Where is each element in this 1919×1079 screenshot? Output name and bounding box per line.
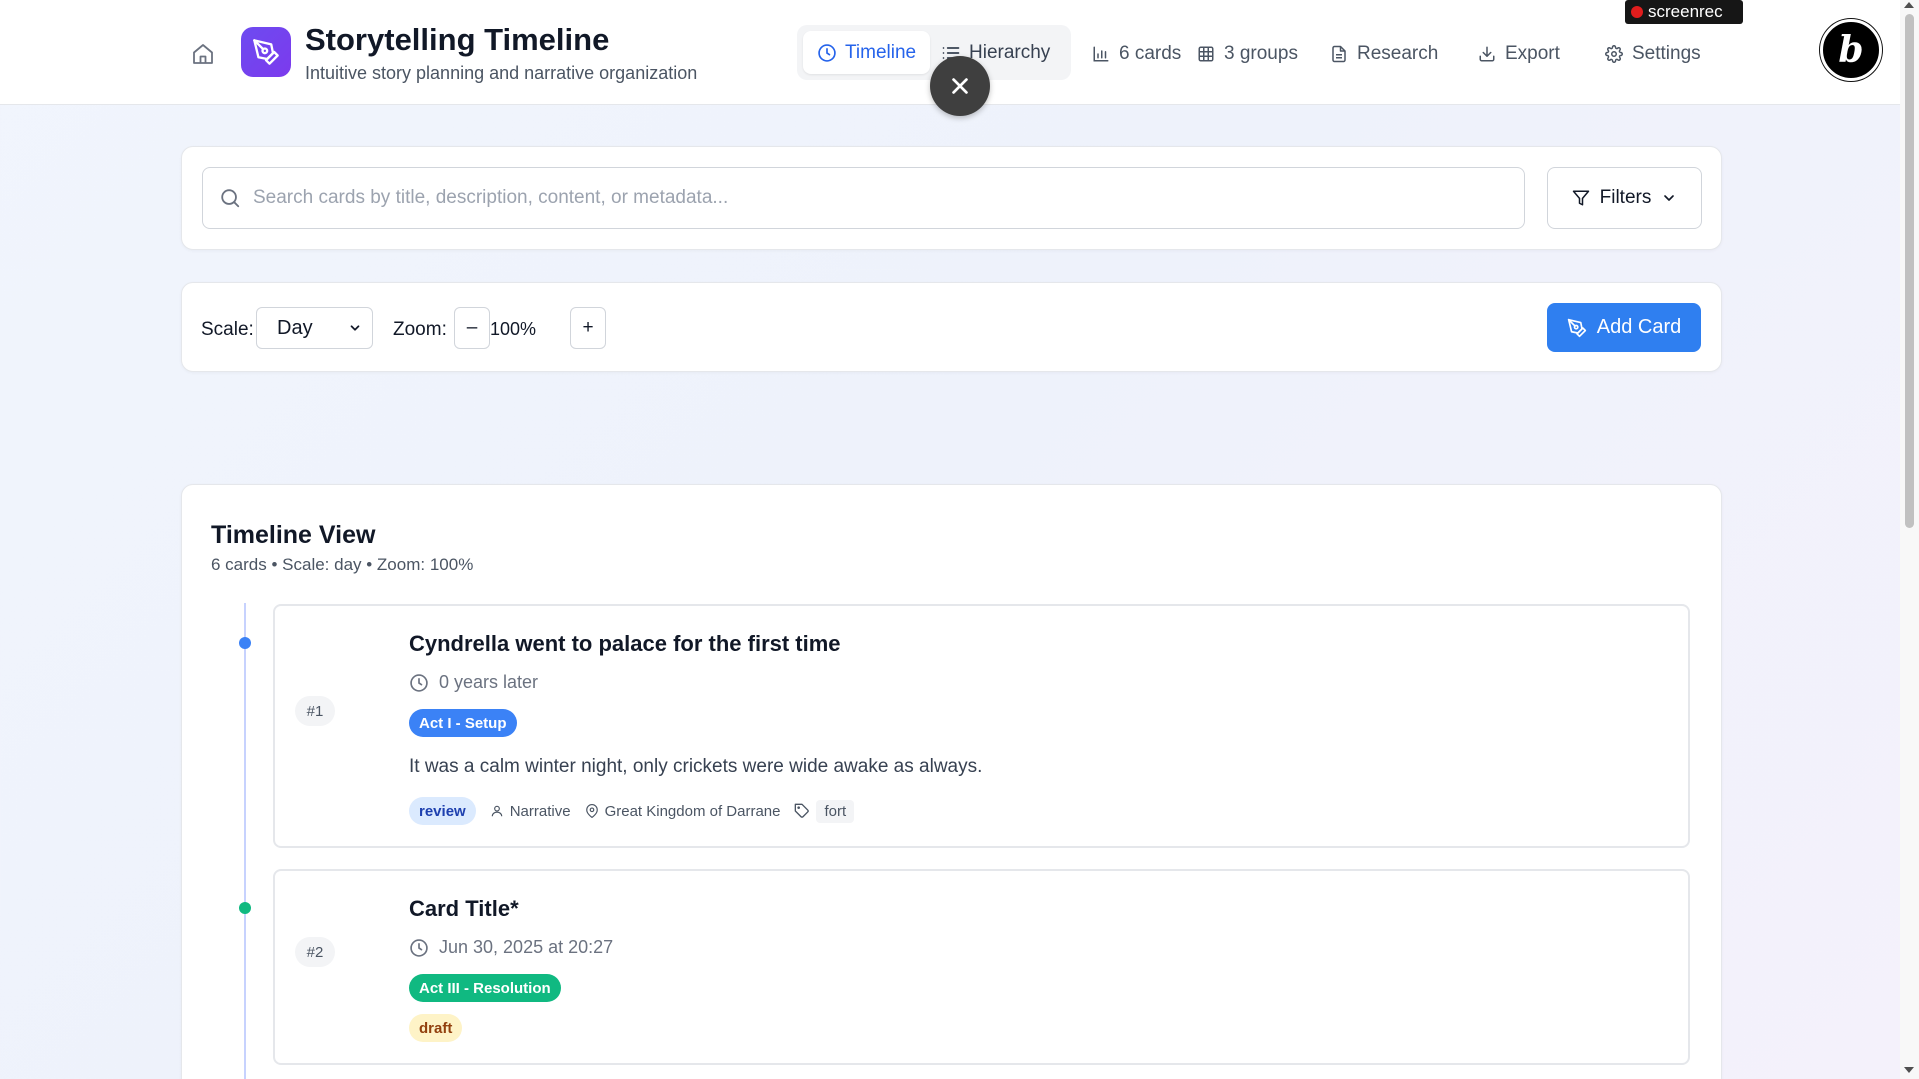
timeline-panel: Timeline View 6 cards • Scale: day • Zoo… xyxy=(181,484,1722,1079)
scale-value: Day xyxy=(277,316,313,339)
filters-button[interactable]: Filters xyxy=(1547,167,1702,229)
perspective-label: Narrative xyxy=(509,802,571,820)
groups-count: 3 groups xyxy=(1197,40,1298,68)
research-button[interactable]: Research xyxy=(1330,40,1438,68)
bar-chart-icon xyxy=(1093,46,1109,62)
timeline-card[interactable]: #2 Card Title* Jun 30, 2025 at 20:27 Act… xyxy=(273,869,1690,1065)
tag-icon xyxy=(795,803,810,818)
zoom-in-button[interactable]: + xyxy=(570,307,606,349)
screenrec-label: screenrec xyxy=(1648,2,1723,21)
scroll-down-arrow-icon[interactable] xyxy=(1904,1067,1914,1073)
scale-select[interactable]: Day xyxy=(256,307,373,349)
card-title: Cyndrella went to palace for the first t… xyxy=(409,631,841,656)
timeline-meta: 6 cards • Scale: day • Zoom: 100% xyxy=(211,555,474,574)
scroll-up-arrow-icon[interactable] xyxy=(1904,2,1914,8)
act-badge: Act I - Setup xyxy=(409,709,517,737)
timeline-dot xyxy=(239,902,251,914)
cards-count-label: 6 cards xyxy=(1119,43,1182,64)
app-title: Storytelling Timeline xyxy=(305,22,610,57)
home-icon[interactable] xyxy=(189,40,217,68)
filter-icon xyxy=(1572,190,1589,206)
card-title: Card Title* xyxy=(409,896,519,921)
tab-timeline[interactable]: Timeline xyxy=(803,31,931,74)
groups-count-label: 3 groups xyxy=(1224,43,1298,64)
bolt-badge[interactable]: b xyxy=(1820,19,1882,81)
scale-label: Scale: xyxy=(201,319,254,340)
controls-panel: Scale: Day Zoom: – 100% + Add Card xyxy=(181,282,1722,372)
close-button[interactable] xyxy=(930,56,990,116)
search-icon xyxy=(221,189,240,208)
clock-icon xyxy=(410,938,428,957)
card-description: It was a calm winter night, only cricket… xyxy=(409,756,983,777)
location-label: Great Kingdom of Darrane xyxy=(604,802,781,820)
zoom-value: 100% xyxy=(490,319,537,339)
card-number: #2 xyxy=(295,937,335,967)
page-scrollbar[interactable] xyxy=(1900,0,1919,1079)
settings-button[interactable]: Settings xyxy=(1605,40,1701,68)
export-button[interactable]: Export xyxy=(1478,40,1560,68)
timeline-title: Timeline View xyxy=(211,521,376,549)
add-card-label: Add Card xyxy=(1596,316,1682,338)
grid-icon xyxy=(1198,46,1214,62)
card-metadata: review Narrative Great Kingdom of Darran… xyxy=(409,797,855,825)
app-subtitle: Intuitive story planning and narrative o… xyxy=(305,63,698,83)
card-metadata: draft xyxy=(409,1014,463,1042)
card-time: Jun 30, 2025 at 20:27 xyxy=(409,937,613,958)
act-badge: Act III - Resolution xyxy=(409,974,561,1002)
tab-timeline-label: Timeline xyxy=(845,41,917,63)
tags: fort xyxy=(794,799,855,823)
timeline-card[interactable]: #1 Cyndrella went to palace for the firs… xyxy=(273,604,1690,848)
download-icon xyxy=(1479,46,1495,62)
pen-tool-icon xyxy=(1567,318,1586,337)
timeline-dot xyxy=(239,637,251,649)
search-panel: Filters xyxy=(181,146,1722,250)
screenrec-indicator[interactable]: screenrec xyxy=(1625,0,1743,24)
tab-hierarchy-label: Hierarchy xyxy=(969,41,1051,63)
zoom-label: Zoom: xyxy=(393,319,447,340)
tag-pill: fort xyxy=(816,799,855,823)
status-badge: review xyxy=(409,797,476,825)
bolt-badge-letter: b xyxy=(1838,29,1864,71)
card-time: 0 years later xyxy=(409,672,538,693)
timeline-line xyxy=(244,603,246,1079)
card-time-label: Jun 30, 2025 at 20:27 xyxy=(439,937,614,957)
card-time-label: 0 years later xyxy=(439,672,539,692)
close-icon xyxy=(952,78,968,94)
location: Great Kingdom of Darrane xyxy=(585,802,781,820)
user-icon xyxy=(491,805,502,817)
map-pin-icon xyxy=(585,804,598,818)
perspective: Narrative xyxy=(490,803,571,820)
status-badge: draft xyxy=(409,1014,463,1042)
search-box xyxy=(202,167,1525,229)
gear-icon xyxy=(1605,45,1623,63)
app-logo-icon xyxy=(241,27,291,77)
chevron-down-icon xyxy=(350,325,360,331)
scroll-thumb[interactable] xyxy=(1905,14,1914,528)
zoom-out-button[interactable]: – xyxy=(454,307,490,349)
export-label: Export xyxy=(1505,43,1560,64)
settings-label: Settings xyxy=(1632,43,1701,64)
cards-count: 6 cards xyxy=(1092,40,1181,68)
search-input[interactable] xyxy=(253,168,1524,228)
card-number: #1 xyxy=(295,696,335,726)
add-card-button[interactable]: Add Card xyxy=(1547,303,1701,352)
document-icon xyxy=(1332,45,1346,63)
clock-icon xyxy=(818,43,836,62)
clock-icon xyxy=(410,673,428,692)
record-dot-icon xyxy=(1631,6,1643,18)
filters-label: Filters xyxy=(1599,187,1652,208)
research-label: Research xyxy=(1357,43,1439,64)
chevron-down-icon xyxy=(1664,195,1675,201)
